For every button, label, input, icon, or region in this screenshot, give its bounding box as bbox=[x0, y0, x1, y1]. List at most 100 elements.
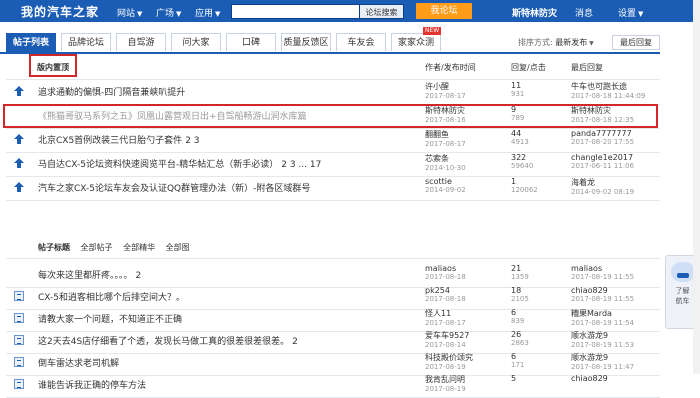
post-title[interactable]: 汽车之家CX-5论坛车友会及认证QQ群管理办法（新）-附各区域群号 bbox=[38, 181, 313, 194]
table-row[interactable]: 倒车雷达求老司机解 科技殿价颂究 2017-08-19 6 171 顺水游龙9 2017-0… bbox=[6, 351, 660, 375]
forum-search-button[interactable]: 论坛搜索 bbox=[359, 4, 404, 19]
post-date: 2017-08-14 bbox=[425, 341, 466, 349]
post-title[interactable]: 谁能告诉我正确的停车方法 bbox=[38, 378, 149, 391]
reply-count: 18 bbox=[511, 286, 522, 295]
page-links[interactable]: 2 bbox=[292, 337, 298, 347]
table-row[interactable]: CX-5和逍客相比哪个后排空间大？。 pk254 2017-08-18 18 2105 c… bbox=[6, 285, 660, 309]
tab-reviews[interactable]: 口碑 bbox=[226, 33, 276, 51]
reply-cell: 322 59640 bbox=[511, 153, 533, 170]
author-name[interactable]: 科技殿价颂究 bbox=[425, 352, 473, 363]
table-row[interactable]: 马自达CX-5论坛资料快速阅览平台-精华帖汇总（新手必读） 2 3 ... 17 芯… bbox=[6, 152, 660, 176]
filter-all-posts[interactable]: 全部帖子 bbox=[81, 243, 113, 252]
post-title[interactable]: CX-5和逍客相比哪个后排空间大？。 bbox=[38, 290, 188, 303]
author-name[interactable]: 爱车车9527 bbox=[425, 330, 469, 341]
title-filters: 帖子标题 全部帖子 全部精华 全部图 bbox=[38, 242, 190, 253]
last-reply-cell: 顺水游龙9 2017-08-19 11:47 bbox=[571, 352, 634, 371]
author-name[interactable]: pk254 bbox=[425, 286, 466, 295]
highlighted-row-outline bbox=[3, 104, 658, 128]
messages-link[interactable]: 消息 bbox=[575, 6, 593, 19]
post-date: 2017-08-19 bbox=[425, 385, 466, 393]
author-name[interactable]: 芯索条 bbox=[425, 153, 466, 164]
last-reply-user[interactable]: 海着龙 bbox=[571, 177, 634, 188]
filter-label: 帖子标题 bbox=[38, 243, 70, 252]
table-row[interactable]: 每次来这里都肝疼。。。。 2 maliaos 2017-08-18 21 1359 mali… bbox=[6, 263, 660, 287]
click-count: 4913 bbox=[511, 138, 529, 146]
tab-post-list[interactable]: 帖子列表 bbox=[6, 33, 56, 52]
author-cell: 怪人11 2017-08-17 bbox=[425, 308, 466, 327]
last-reply-column-header: 最后回复 bbox=[571, 63, 603, 72]
last-reply-user[interactable]: changle1e2017 bbox=[571, 153, 634, 162]
post-title[interactable]: 追求通勤的偏惧-四门隔音兼峡叭提升 bbox=[38, 85, 188, 98]
author-name[interactable]: 怪人11 bbox=[425, 308, 466, 319]
reply-cell: 11 931 bbox=[511, 81, 524, 98]
scrollbar[interactable] bbox=[693, 0, 700, 374]
table-row[interactable]: 请教大家一个问题，不知道正不正确 怪人11 2017-08-17 6 839 糟果Mard… bbox=[6, 307, 660, 331]
pinned-label: 版内置顶 bbox=[37, 63, 69, 72]
last-reply-time: 2017-08-19 11:54 bbox=[571, 319, 635, 327]
tab-ask[interactable]: 问大家 bbox=[171, 33, 221, 51]
author-cell: 许小醒 2017-08-17 bbox=[425, 81, 466, 100]
post-title[interactable]: 请教大家一个问题，不知道正不正确 bbox=[38, 312, 185, 325]
chevron-down-icon: ▼ bbox=[587, 40, 594, 47]
topic-icon bbox=[14, 335, 24, 345]
author-cell: maliaos 2017-08-18 bbox=[425, 264, 466, 281]
username-link[interactable]: 斯特林防灾 bbox=[512, 6, 557, 19]
author-name[interactable]: 许小醒 bbox=[425, 81, 466, 92]
settings-link[interactable]: 设置 ▼ bbox=[618, 6, 643, 19]
latest-reply-button[interactable]: 最后回复 bbox=[612, 35, 660, 50]
site-logo[interactable]: 我的汽车之家 bbox=[21, 3, 99, 20]
nav-apps[interactable]: 应用 ▼ bbox=[195, 6, 220, 19]
last-reply-user[interactable]: chiao829 bbox=[571, 374, 608, 383]
reply-count: 322 bbox=[511, 153, 527, 162]
author-name[interactable]: scottie bbox=[425, 177, 466, 186]
last-reply-user[interactable]: 糟果Marda bbox=[571, 308, 634, 319]
table-row[interactable]: 这2天去4S店仔细看了个透，发现长马做工真的很差很差很差。 2 爱车车9527 201… bbox=[6, 329, 660, 353]
page-links[interactable]: 2 3 ... 17 bbox=[281, 160, 321, 170]
post-date: 2017-08-18 bbox=[425, 295, 466, 303]
sort-selector[interactable]: 排序方式: 最新发布 ▼ bbox=[518, 37, 594, 48]
post-date: 2017-08-19 bbox=[425, 363, 466, 371]
last-reply-user[interactable]: 顺水游龙9 bbox=[571, 330, 634, 341]
page-links[interactable]: 2 3 bbox=[185, 136, 199, 146]
last-reply-user[interactable]: 顺水游龙9 bbox=[571, 352, 634, 363]
author-name[interactable]: 我肯乱问明 bbox=[425, 374, 466, 385]
post-date: 2017-08-18 bbox=[425, 273, 466, 281]
pinned-arrow-icon bbox=[14, 182, 24, 192]
author-name[interactable]: 翻翻鱼 bbox=[425, 129, 466, 140]
post-title[interactable]: 每次来这里都肝疼。。。。 2 bbox=[38, 268, 141, 281]
table-row[interactable]: 汽车之家CX-5论坛车友会及认证QQ群管理办法（新）-附各区域群号 scottie… bbox=[6, 176, 660, 200]
chevron-down-icon: ▼ bbox=[638, 10, 644, 18]
author-cell: 爱车车9527 2017-08-14 bbox=[425, 330, 469, 349]
author-cell: scottie 2014-09-02 bbox=[425, 177, 466, 194]
search-input[interactable] bbox=[231, 4, 360, 19]
nav-site[interactable]: 网站 ▼ bbox=[117, 6, 142, 19]
author-name[interactable]: maliaos bbox=[425, 264, 466, 273]
nav-square[interactable]: 广场 ▼ bbox=[156, 6, 181, 19]
table-row[interactable]: 追求通勤的偏惧-四门隔音兼峡叭提升 许小醒 2017-08-17 11 931 牛车也可跑… bbox=[6, 80, 660, 104]
reply-count: 11 bbox=[511, 81, 522, 90]
filter-all-images[interactable]: 全部图 bbox=[166, 243, 190, 252]
post-title[interactable]: 北京CX5首例改装三代日胎勺子套件 2 3 bbox=[38, 133, 200, 146]
last-reply-user[interactable]: maliaos bbox=[571, 264, 634, 273]
author-cell: pk254 2017-08-18 bbox=[425, 286, 466, 303]
tab-testing[interactable]: 家家众测 bbox=[391, 33, 441, 51]
post-date: 2017-08-17 bbox=[425, 92, 466, 100]
tab-quality[interactable]: 质量反馈区 bbox=[281, 33, 331, 51]
table-row[interactable]: 北京CX5首例改装三代日胎勺子套件 2 3 翻翻鱼 2017-08-17 44 4913 p… bbox=[6, 128, 660, 152]
post-title[interactable]: 这2天去4S店仔细看了个透，发现长马做工真的很差很差很差。 2 bbox=[38, 334, 298, 347]
tab-brand-forum[interactable]: 品牌论坛 bbox=[61, 33, 111, 51]
author-cell: 科技殿价颂究 2017-08-19 bbox=[425, 352, 473, 371]
last-reply-user[interactable]: panda7777777 bbox=[571, 129, 634, 138]
tab-car-club[interactable]: 车友会 bbox=[336, 33, 386, 51]
post-title[interactable]: 马自达CX-5论坛资料快速阅览平台-精华帖汇总（新手必读） 2 3 ... 17 bbox=[38, 157, 321, 170]
filter-all-featured[interactable]: 全部精华 bbox=[123, 243, 155, 252]
divider bbox=[6, 200, 660, 201]
tab-self-drive[interactable]: 自驾游 bbox=[116, 33, 166, 51]
post-button[interactable]: 我论坛 bbox=[416, 3, 472, 19]
table-row[interactable]: 谁能告诉我正确的停车方法 我肯乱问明 2017-08-19 5 chiao829 bbox=[6, 373, 660, 397]
reply-cell: 44 4913 bbox=[511, 129, 529, 146]
post-title[interactable]: 倒车雷达求老司机解 bbox=[38, 356, 122, 369]
last-reply-user[interactable]: chiao829 bbox=[571, 286, 634, 295]
last-reply-user[interactable]: 牛车也可跑长途 bbox=[571, 81, 645, 92]
page-links[interactable]: 2 bbox=[136, 271, 142, 281]
